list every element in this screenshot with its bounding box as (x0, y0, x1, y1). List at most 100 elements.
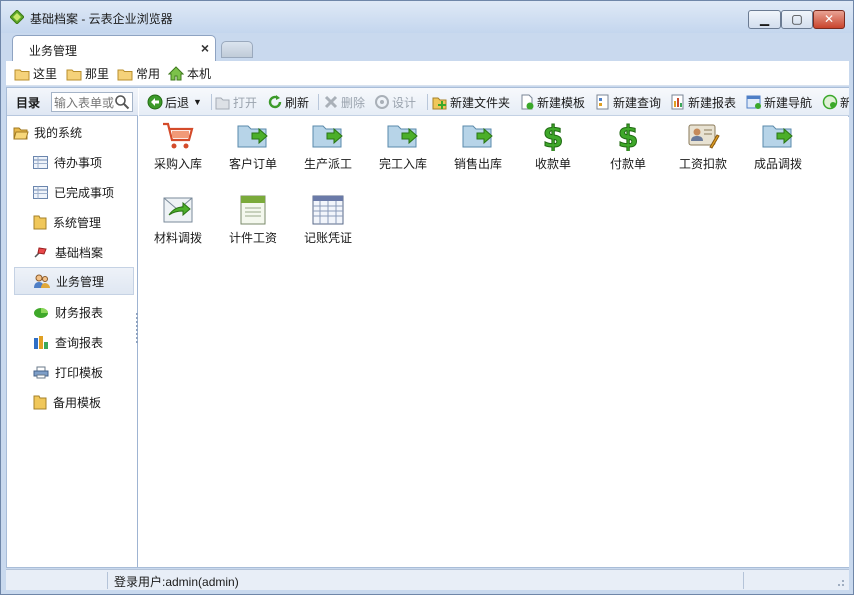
tab-business-management[interactable]: 业务管理 × (12, 35, 216, 62)
dropdown-arrow-icon[interactable]: ▼ (193, 97, 202, 107)
item-label: 成品调拨 (753, 157, 802, 171)
folder-icon (117, 69, 133, 80)
item-salary-deduction[interactable]: 工资扣款 (665, 121, 741, 181)
item-label: 生产派工 (303, 157, 352, 171)
bookmark-common[interactable]: 常用 (117, 65, 160, 82)
new-nav-icon (746, 95, 761, 109)
item-finished-transfer[interactable]: 成品调拨 (740, 121, 816, 181)
minimize-icon: ▁ (759, 12, 770, 26)
sidebar-item-done[interactable]: 已完成事项 (14, 178, 134, 206)
window-title: 基础档案 - 云表企业浏览器 (30, 12, 173, 26)
open-label: 打开 (233, 95, 258, 110)
new-tab-button[interactable] (221, 41, 253, 58)
sidebar-item-label: 备用模板 (53, 395, 102, 410)
sidebar-item-label: 系统管理 (53, 215, 102, 230)
pie-chart-icon (34, 307, 48, 318)
bar-chart-icon (34, 335, 48, 349)
toolbar-separator (318, 94, 319, 110)
item-customer-order[interactable]: 客户订单 (215, 121, 291, 181)
bookmark-label: 常用 (136, 67, 161, 81)
new-template-button[interactable]: 新建模板 (519, 93, 585, 111)
new-template-label: 新建模板 (537, 95, 586, 110)
tab-close-icon[interactable]: × (201, 40, 209, 56)
folder-arrow-icon (312, 125, 343, 148)
new-nav-button[interactable]: 新建导航 (746, 93, 812, 111)
delete-icon (324, 95, 338, 109)
sidebar-item-todo[interactable]: 待办事项 (14, 148, 134, 176)
search-input[interactable] (54, 95, 114, 110)
design-label: 设计 (392, 95, 417, 110)
delete-label: 删除 (341, 95, 366, 110)
refresh-button[interactable]: 刷新 (267, 93, 309, 111)
title-bar: 基础档案 - 云表企业浏览器 ▁ ▢ ✕ (1, 1, 853, 33)
refresh-label: 刷新 (285, 95, 310, 110)
sidebar: 目录 我的系统 待办事项 已完成事项 系统管理 (7, 88, 138, 567)
bookmark-there[interactable]: 那里 (66, 65, 109, 82)
sidebar-item-print-template[interactable]: 打印模板 (14, 358, 134, 386)
status-cell (6, 572, 108, 589)
sidebar-item-base-archive[interactable]: 基础档案 (14, 238, 134, 266)
design-button[interactable]: 设计 (374, 93, 416, 111)
new-more-button[interactable]: 新 (822, 93, 849, 111)
new-folder-button[interactable]: 新建文件夹 (432, 93, 510, 111)
search-icon[interactable] (114, 94, 130, 110)
svg-text:$: $ (618, 121, 639, 151)
printer-icon (33, 366, 49, 378)
item-production-dispatch[interactable]: 生产派工 (290, 121, 366, 181)
globe-icon (822, 94, 838, 110)
item-label: 采购入库 (153, 157, 202, 171)
item-accounting-voucher[interactable]: 记账凭证 (290, 195, 366, 255)
close-button[interactable]: ✕ (813, 10, 845, 29)
sidebar-item-label: 业务管理 (56, 274, 105, 289)
open-button[interactable]: 打开 (215, 93, 257, 111)
item-receipt[interactable]: $ 收款单 (515, 121, 591, 181)
sidebar-item-system[interactable]: 系统管理 (14, 208, 134, 236)
spreadsheet-icon (312, 195, 344, 225)
folder-icon (14, 69, 30, 80)
bookmark-here[interactable]: 这里 (14, 65, 57, 82)
item-purchase-inbound[interactable]: 采购入库 (140, 121, 216, 181)
bookmark-local[interactable]: 本机 (168, 65, 211, 82)
sidebar-item-label: 基础档案 (55, 245, 104, 260)
status-bar: 登录用户:admin(admin) (6, 569, 849, 590)
item-label: 完工入库 (378, 157, 427, 171)
back-button[interactable]: 后退 ▼ (147, 93, 202, 111)
maximize-button[interactable]: ▢ (781, 10, 813, 29)
item-piece-wage[interactable]: 计件工资 (215, 195, 291, 255)
item-sales-outbound[interactable]: 销售出库 (440, 121, 516, 181)
sidebar-item-spare-template[interactable]: 备用模板 (14, 388, 134, 416)
home-icon (168, 66, 184, 81)
item-label: 记账凭证 (303, 231, 352, 245)
bookmark-label: 本机 (187, 67, 212, 81)
close-icon: ✕ (823, 12, 835, 26)
item-payment[interactable]: $ 付款单 (590, 121, 666, 181)
refresh-icon (268, 95, 282, 109)
folder-open-icon (13, 127, 29, 139)
item-label: 计件工资 (228, 231, 277, 245)
tree-root-my-system[interactable]: 我的系统 (13, 124, 82, 141)
dollar-icon: $ (617, 121, 639, 151)
item-completion-inbound[interactable]: 完工入库 (365, 121, 441, 181)
sidebar-item-query[interactable]: 查询报表 (14, 328, 134, 356)
new-report-button[interactable]: 新建报表 (670, 93, 736, 111)
item-material-transfer[interactable]: 材料调拨 (140, 195, 216, 255)
dollar-icon: $ (542, 121, 564, 151)
delete-button[interactable]: 删除 (323, 93, 365, 111)
sidebar-item-label: 财务报表 (55, 305, 104, 320)
minimize-button[interactable]: ▁ (748, 10, 781, 29)
splitter-handle[interactable] (136, 313, 138, 343)
tree-root-label: 我的系统 (34, 126, 83, 140)
resize-grip-icon[interactable] (835, 577, 845, 587)
folder-arrow-icon (462, 125, 493, 148)
new-query-button[interactable]: 新建查询 (595, 93, 661, 111)
sidebar-item-business[interactable]: 业务管理 (14, 267, 134, 295)
new-folder-label: 新建文件夹 (450, 95, 511, 110)
sidebar-item-finance[interactable]: 财务报表 (14, 298, 134, 326)
app-logo-icon (10, 10, 24, 24)
new-template-icon (521, 94, 534, 110)
sidebar-title: 目录 (16, 96, 41, 110)
folder-arrow-icon (387, 125, 418, 148)
sidebar-search[interactable] (51, 92, 133, 112)
xml-document-icon (240, 195, 266, 225)
shopping-cart-icon (163, 122, 194, 149)
